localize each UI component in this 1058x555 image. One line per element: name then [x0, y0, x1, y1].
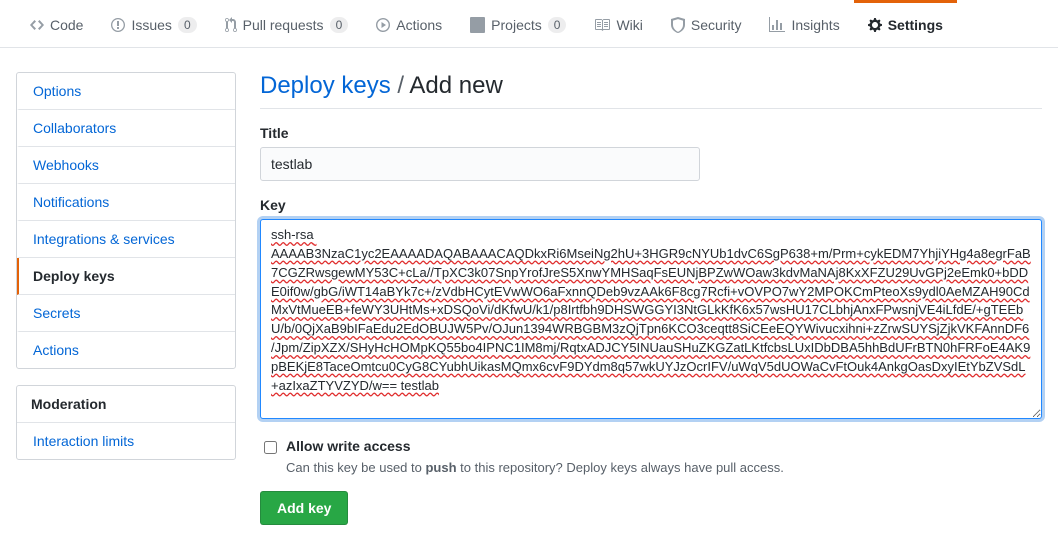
- nav-code[interactable]: Code: [16, 0, 97, 47]
- title-field-group: Title: [260, 125, 1042, 181]
- nav-settings[interactable]: Settings: [854, 0, 957, 47]
- sidebar-item-secrets[interactable]: Secrets: [17, 295, 235, 332]
- nav-pulls-count: 0: [330, 17, 349, 33]
- sidebar-item-label: Deploy keys: [33, 268, 115, 284]
- nav-issues-count: 0: [178, 17, 197, 33]
- sidebar-item-options[interactable]: Options: [17, 73, 235, 110]
- gear-icon: [868, 17, 882, 33]
- play-icon: [376, 17, 390, 33]
- nav-issues[interactable]: Issues 0: [97, 0, 210, 47]
- key-textarea[interactable]: [260, 219, 1042, 419]
- repo-nav: Code Issues 0 Pull requests 0 Actions Pr…: [0, 0, 1058, 48]
- nav-actions[interactable]: Actions: [362, 0, 456, 47]
- nav-wiki[interactable]: Wiki: [580, 0, 656, 47]
- sidebar-item-actions[interactable]: Actions: [17, 332, 235, 368]
- nav-insights-label: Insights: [791, 17, 839, 33]
- pull-request-icon: [225, 17, 237, 33]
- sidebar-item-label: Notifications: [33, 194, 109, 210]
- breadcrumb-parent: Deploy keys: [260, 72, 391, 99]
- code-icon: [30, 17, 44, 33]
- project-icon: [470, 17, 485, 33]
- nav-actions-label: Actions: [396, 17, 442, 33]
- add-key-button[interactable]: Add key: [260, 491, 348, 525]
- graph-icon: [769, 17, 785, 33]
- main-content: Deploy keys / Add new Title Key Allow wr…: [260, 72, 1042, 525]
- nav-wiki-label: Wiki: [616, 17, 642, 33]
- title-input[interactable]: [260, 147, 700, 181]
- breadcrumb-separator: /: [397, 72, 404, 99]
- nav-pulls[interactable]: Pull requests 0: [211, 0, 363, 47]
- subhead: Deploy keys / Add new: [260, 72, 1042, 109]
- key-label: Key: [260, 197, 1042, 213]
- allow-write-description: Can this key be used to push to this rep…: [286, 460, 784, 475]
- allow-write-group: Allow write access Can this key be used …: [260, 438, 1042, 475]
- sidebar-item-label: Webhooks: [33, 157, 99, 173]
- sidebar-item-label: Interaction limits: [33, 433, 134, 449]
- sidebar-item-deploy-keys[interactable]: Deploy keys: [17, 258, 235, 295]
- issue-icon: [111, 17, 125, 33]
- moderation-header: Moderation: [17, 386, 235, 423]
- sidebar-item-label: Options: [33, 83, 81, 99]
- sidebar-item-interaction-limits[interactable]: Interaction limits: [17, 423, 235, 459]
- allow-write-label[interactable]: Allow write access: [286, 438, 784, 454]
- nav-insights[interactable]: Insights: [755, 0, 853, 47]
- sidebar-item-collaborators[interactable]: Collaborators: [17, 110, 235, 147]
- page-title: Deploy keys / Add new: [260, 72, 1042, 100]
- nav-settings-label: Settings: [888, 17, 943, 33]
- sidebar-item-webhooks[interactable]: Webhooks: [17, 147, 235, 184]
- key-field-group: Key: [260, 197, 1042, 422]
- nav-security-label: Security: [691, 17, 742, 33]
- sidebar-item-label: Integrations & services: [33, 231, 175, 247]
- nav-projects-count: 0: [548, 17, 567, 33]
- nav-security[interactable]: Security: [657, 0, 756, 47]
- moderation-menu: Moderation Interaction limits: [16, 385, 236, 460]
- sidebar-item-label: Collaborators: [33, 120, 116, 136]
- shield-icon: [671, 17, 685, 33]
- settings-sidebar: Options Collaborators Webhooks Notificat…: [16, 72, 236, 525]
- nav-code-label: Code: [50, 17, 83, 33]
- nav-pulls-label: Pull requests: [243, 17, 324, 33]
- book-icon: [594, 17, 610, 33]
- sidebar-item-label: Secrets: [33, 305, 80, 321]
- sidebar-item-label: Actions: [33, 342, 79, 358]
- allow-write-checkbox[interactable]: [264, 441, 277, 454]
- nav-issues-label: Issues: [131, 17, 171, 33]
- nav-projects[interactable]: Projects 0: [456, 0, 580, 47]
- breadcrumb-current: Add new: [409, 72, 502, 99]
- sidebar-item-integrations[interactable]: Integrations & services: [17, 221, 235, 258]
- settings-menu: Options Collaborators Webhooks Notificat…: [16, 72, 236, 369]
- sidebar-item-notifications[interactable]: Notifications: [17, 184, 235, 221]
- nav-projects-label: Projects: [491, 17, 542, 33]
- title-label: Title: [260, 125, 1042, 141]
